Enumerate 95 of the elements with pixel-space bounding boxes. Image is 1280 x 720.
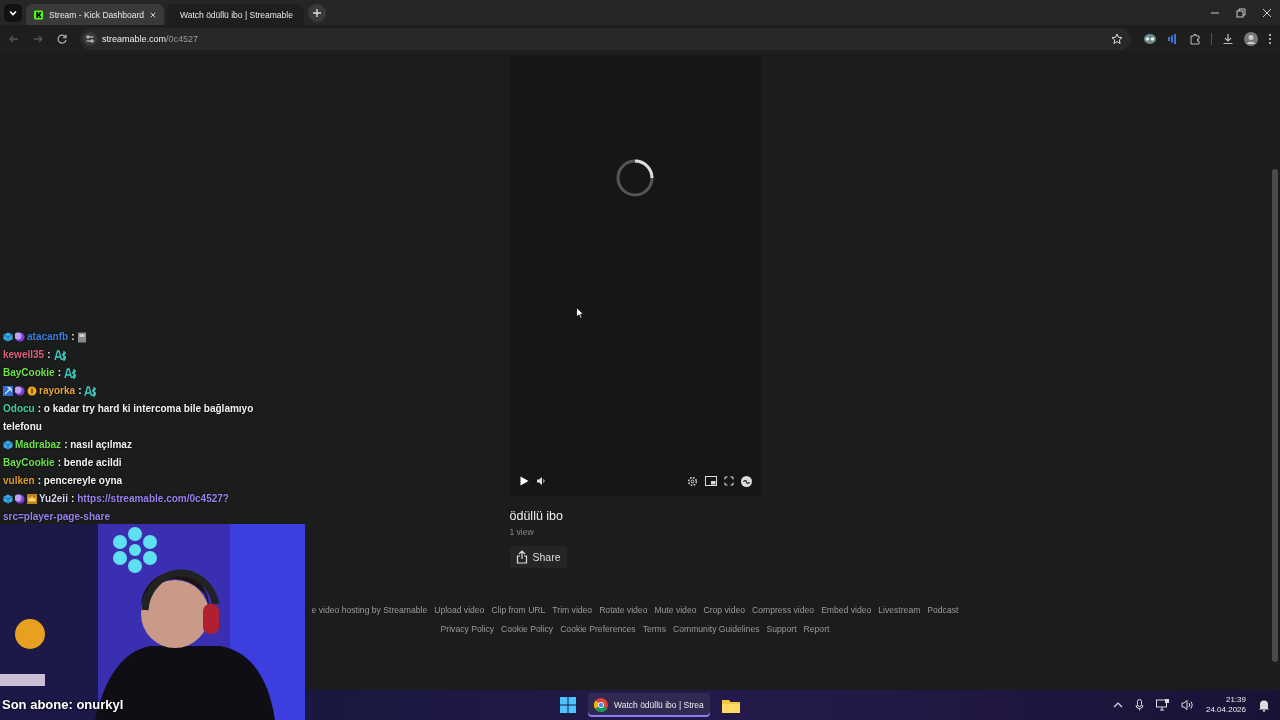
start-icon[interactable] bbox=[560, 697, 576, 713]
chat-username[interactable]: BayCookie bbox=[3, 367, 55, 378]
cube-badge-icon bbox=[3, 440, 13, 451]
chat-username[interactable]: Yu2eii bbox=[39, 493, 68, 504]
menu-icon[interactable] bbox=[1268, 33, 1272, 45]
chat-message-text: : pencereyle oyna bbox=[37, 475, 123, 486]
chat-username[interactable]: atacanfb bbox=[27, 331, 69, 342]
cube-badge-icon bbox=[3, 332, 13, 343]
play-icon[interactable] bbox=[518, 476, 529, 486]
chat-message-text: : bbox=[47, 349, 51, 360]
browser-tab[interactable]: Stream - Kick Dashboard bbox=[26, 4, 164, 25]
chat-message-text: : bbox=[57, 367, 62, 378]
footer-link[interactable]: Community Guidelines bbox=[673, 624, 760, 634]
clock-date[interactable]: 24.04.2026 bbox=[1205, 705, 1246, 715]
footer-link[interactable]: Livestream bbox=[878, 605, 921, 615]
cube-badge-icon bbox=[3, 494, 13, 505]
moon-badge-icon bbox=[15, 386, 25, 397]
chrome-icon bbox=[594, 698, 608, 712]
kick-favicon-icon bbox=[34, 8, 44, 21]
share-button[interactable]: Share bbox=[509, 546, 567, 568]
chat-username[interactable]: rayorka bbox=[39, 385, 76, 396]
emote-icon bbox=[53, 349, 67, 361]
puzzle-piece-icon[interactable] bbox=[1189, 33, 1201, 45]
chat-username[interactable]: vulken bbox=[3, 475, 35, 486]
chat-message-text: : nasıl açılmaz bbox=[64, 439, 132, 450]
taskbar-app-button[interactable]: Watch ödüllü ibo | Strea bbox=[588, 693, 710, 717]
chevron-up-icon[interactable] bbox=[1112, 701, 1123, 709]
view-count: 1 view bbox=[509, 527, 534, 537]
moon-badge-icon bbox=[15, 494, 25, 505]
bookmark-star-icon[interactable] bbox=[1111, 33, 1123, 45]
sound-waves-icon[interactable] bbox=[1167, 33, 1179, 45]
pickaxe-badge-icon bbox=[3, 386, 13, 397]
footer-link[interactable]: Compress video bbox=[752, 605, 815, 615]
fullscreen-icon[interactable] bbox=[723, 476, 734, 486]
emote-icon bbox=[84, 385, 98, 397]
new-tab-button[interactable] bbox=[308, 3, 326, 22]
microphone-icon[interactable] bbox=[1134, 699, 1144, 711]
chat-username[interactable]: Odocu bbox=[3, 403, 35, 414]
restore-icon[interactable] bbox=[1236, 7, 1246, 18]
footer-link[interactable]: Cookie Preferences bbox=[560, 624, 636, 634]
volume-icon[interactable] bbox=[535, 476, 546, 486]
reload-icon[interactable] bbox=[56, 33, 68, 45]
scrollbar-thumb[interactable] bbox=[1272, 169, 1278, 662]
footer-link[interactable]: Cookie Policy bbox=[501, 624, 554, 634]
chat-username[interactable]: Madrabaz bbox=[15, 439, 62, 450]
footer-link[interactable]: Clip from URL bbox=[491, 605, 546, 615]
clock-time[interactable]: 21:39 bbox=[1225, 695, 1246, 705]
download-icon[interactable] bbox=[1222, 33, 1234, 45]
tab-search-button[interactable] bbox=[4, 3, 22, 22]
footer-link[interactable]: e video hosting by Streamable bbox=[311, 605, 428, 615]
settings-icon[interactable] bbox=[686, 475, 698, 487]
subscriber-caption: Son abone: onurkyl bbox=[2, 697, 124, 712]
notification-bell-icon[interactable] bbox=[1258, 698, 1270, 712]
chat-message-text: : o kadar try hard ki intercoma bile bağlamıyo bbox=[37, 403, 254, 414]
close-icon[interactable] bbox=[1262, 7, 1272, 18]
footer-link[interactable]: Terms bbox=[642, 624, 667, 634]
chat-message-text: : bbox=[71, 331, 75, 342]
footer-link[interactable]: Report bbox=[803, 624, 830, 634]
loading-spinner-icon bbox=[615, 158, 655, 198]
footer-link[interactable]: Privacy Policy bbox=[440, 624, 495, 634]
mouse-cursor-icon bbox=[576, 307, 584, 319]
close-icon[interactable] bbox=[150, 10, 156, 19]
footer-link[interactable]: Crop video bbox=[703, 605, 746, 615]
moon-badge-icon bbox=[15, 332, 25, 343]
chat-username[interactable]: BayCookie bbox=[3, 457, 55, 468]
footer-link[interactable]: Mute video bbox=[654, 605, 697, 615]
browser-tab[interactable]: Watch ödüllü ibo | Streamable bbox=[166, 4, 304, 25]
footer-link[interactable]: Embed video bbox=[821, 605, 872, 615]
coin-badge-icon bbox=[27, 386, 37, 397]
profile-avatar-icon[interactable] bbox=[1244, 32, 1258, 46]
emote-icon bbox=[64, 367, 78, 379]
share-icon bbox=[515, 550, 528, 564]
network-icon[interactable] bbox=[1155, 699, 1169, 711]
footer-link[interactable]: Podcast bbox=[927, 605, 959, 615]
chat-link[interactable]: src=player-page-share bbox=[3, 508, 110, 526]
chat-username[interactable]: kewell35 bbox=[3, 349, 45, 360]
picture-in-picture-icon[interactable] bbox=[704, 476, 717, 486]
footer-link[interactable]: Rotate video bbox=[599, 605, 648, 615]
footer-link[interactable]: Upload video bbox=[434, 605, 485, 615]
footer-link[interactable]: Support bbox=[766, 624, 797, 634]
speaker-icon[interactable] bbox=[1180, 699, 1194, 711]
crown-badge-icon bbox=[27, 494, 37, 505]
link-circle-icon[interactable] bbox=[740, 475, 752, 487]
chat-link[interactable]: https://streamable.com/0c4527? bbox=[77, 493, 229, 504]
video-title: ödüllü ibo bbox=[509, 509, 563, 523]
plus-icon bbox=[312, 7, 322, 18]
site-settings-icon[interactable] bbox=[83, 32, 97, 46]
folder-icon[interactable] bbox=[721, 697, 740, 713]
address-bar[interactable]: streamable.com/0c4527 bbox=[80, 28, 1131, 50]
chat-message-text: : bbox=[78, 385, 82, 396]
chat-message-text: : bbox=[70, 493, 75, 504]
chat-message-text: : bende acildi bbox=[57, 457, 122, 468]
chat-message-text: telefonu bbox=[3, 420, 42, 434]
extension-icon[interactable] bbox=[1143, 33, 1157, 45]
footer-link[interactable]: Trim video bbox=[552, 605, 593, 615]
